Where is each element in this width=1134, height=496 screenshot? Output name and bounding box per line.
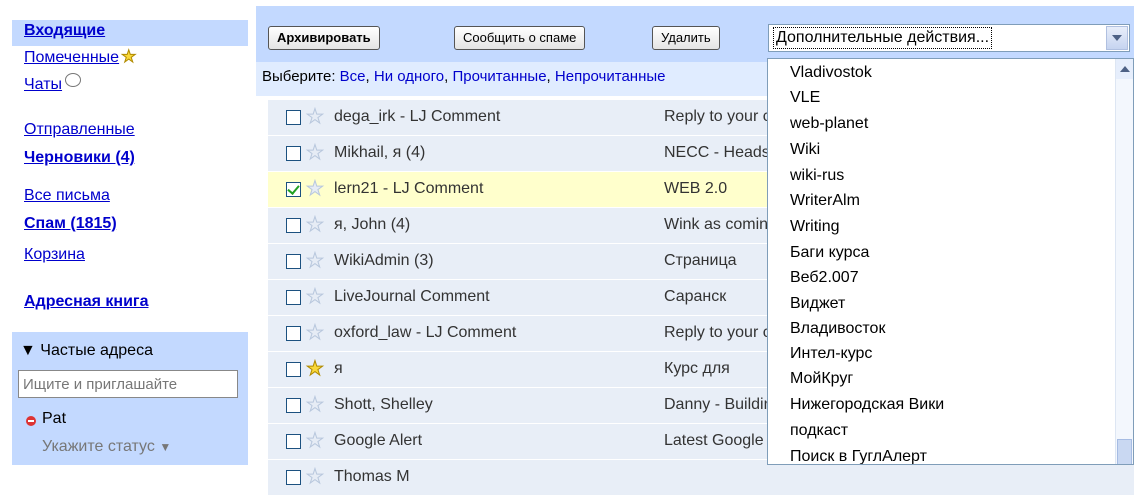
- chevron-down-icon: ▼: [159, 440, 172, 454]
- row-checkbox[interactable]: [286, 434, 301, 449]
- star-icon[interactable]: ★: [306, 143, 325, 164]
- more-actions-dropdown-list[interactable]: Vladivostok VLE web-planet Wiki wiki-rus Writ…: [767, 58, 1134, 465]
- message-subject: Wink as coming: [664, 216, 777, 233]
- contact-name[interactable]: Pat: [42, 410, 66, 428]
- message-sender: я, John (4): [334, 216, 411, 233]
- dropdown-option[interactable]: Поиск в ГуглАлерт: [790, 448, 927, 464]
- nav-drafts[interactable]: Черновики (4): [24, 149, 135, 167]
- star-icon[interactable]: ★: [306, 251, 325, 272]
- dropdown-option[interactable]: VLE: [790, 89, 820, 107]
- nav-starred-row: Помеченные ★: [24, 47, 137, 67]
- nav-sent[interactable]: Отправленные: [24, 121, 135, 139]
- message-sender: Thomas M: [334, 468, 410, 485]
- dropdown-option[interactable]: Интел-курс: [790, 345, 872, 363]
- message-sender: Shott, Shelley: [334, 396, 433, 413]
- sidebar: Входящие Помеченные ★ Чаты Отправленные Ч…: [0, 0, 248, 465]
- frequent-contacts-panel: ▼ Частые адреса Pat Укажите статус ▼: [12, 332, 248, 465]
- star-icon[interactable]: ★: [306, 467, 325, 488]
- star-icon[interactable]: ★: [306, 431, 325, 452]
- star-icon[interactable]: ★: [306, 323, 325, 344]
- report-spam-button[interactable]: Сообщить о спаме: [454, 26, 586, 50]
- select-all-link[interactable]: Все: [340, 68, 366, 85]
- star-icon[interactable]: ★: [306, 215, 325, 236]
- nav-spam[interactable]: Спам (1815): [24, 215, 117, 233]
- dropdown-option[interactable]: WriterAlm: [790, 192, 860, 210]
- row-checkbox[interactable]: [286, 146, 301, 161]
- message-sender: LiveJournal Comment: [334, 288, 490, 305]
- triangle-down-icon: ▼: [20, 342, 36, 359]
- status-selector[interactable]: Укажите статус ▼: [42, 438, 171, 456]
- message-subject: Страница: [664, 252, 737, 269]
- dropdown-option[interactable]: Владивосток: [790, 320, 885, 338]
- nav-trash[interactable]: Корзина: [24, 246, 85, 264]
- message-subject: Саранск: [664, 288, 727, 305]
- more-actions-value: Дополнительные действия...: [773, 27, 993, 49]
- select-none-link[interactable]: Ни одного: [374, 68, 444, 85]
- dropdown-option[interactable]: web-planet: [790, 115, 868, 133]
- dropdown-option[interactable]: Vladivostok: [790, 64, 872, 82]
- dropdown-option[interactable]: wiki-rus: [790, 167, 844, 185]
- row-checkbox[interactable]: [286, 110, 301, 125]
- row-checkbox[interactable]: [286, 326, 301, 341]
- row-checkbox[interactable]: [286, 182, 301, 197]
- message-subject: WEB 2.0: [664, 180, 728, 197]
- message-sender: oxford_law - LJ Comment: [334, 324, 517, 341]
- select-unread-link[interactable]: Непрочитанные: [555, 68, 666, 85]
- message-subject: Danny - Building: [664, 396, 782, 413]
- message-sender: я: [334, 360, 343, 377]
- select-chooser: Выберите: Все, Ни одного, Прочитанные, Н…: [262, 68, 666, 85]
- nav-inbox[interactable]: Входящие: [24, 22, 105, 40]
- dropdown-option[interactable]: Баги курса: [790, 244, 869, 262]
- row-checkbox[interactable]: [286, 362, 301, 377]
- chevron-down-icon[interactable]: [1106, 26, 1128, 50]
- nav-chats[interactable]: Чаты: [24, 76, 62, 93]
- row-checkbox[interactable]: [286, 290, 301, 305]
- star-icon[interactable]: ★: [306, 395, 325, 416]
- star-icon[interactable]: ★: [306, 179, 325, 200]
- delete-button[interactable]: Удалить: [652, 26, 720, 50]
- contact-search-input[interactable]: [18, 370, 238, 398]
- scrollbar-thumb[interactable]: [1117, 439, 1132, 464]
- dropdown-option[interactable]: Виджет: [790, 295, 845, 313]
- archive-button[interactable]: Архивировать: [268, 26, 380, 50]
- scroll-up-arrow-icon[interactable]: [1116, 59, 1133, 79]
- dropdown-option[interactable]: Веб2.007: [790, 269, 859, 287]
- nav-chats-row: Чаты: [24, 73, 82, 94]
- row-checkbox[interactable]: [286, 218, 301, 233]
- chat-bubble-icon: [65, 73, 82, 87]
- row-checkbox[interactable]: [286, 254, 301, 269]
- star-icon[interactable]: ★: [306, 107, 325, 128]
- row-checkbox[interactable]: [286, 398, 301, 413]
- message-sender: lern21 - LJ Comment: [334, 180, 484, 197]
- more-actions-select[interactable]: Дополнительные действия...: [768, 24, 1130, 52]
- message-subject: Latest Google: [664, 432, 764, 449]
- status-label: Укажите статус: [42, 438, 155, 455]
- frequent-contacts-label: Частые адреса: [40, 342, 153, 359]
- table-row[interactable]: ★ Thomas M: [268, 460, 1134, 496]
- dropdown-scrollbar[interactable]: [1115, 59, 1133, 464]
- dropdown-option[interactable]: подкаст: [790, 422, 848, 440]
- select-read-link[interactable]: Прочитанные: [452, 68, 546, 85]
- busy-status-icon: [26, 416, 36, 426]
- message-sender: WikiAdmin (3): [334, 252, 434, 269]
- nav-starred[interactable]: Помеченные: [24, 49, 119, 66]
- chooser-label: Выберите:: [262, 68, 336, 85]
- message-sender: Google Alert: [334, 432, 423, 449]
- star-icon[interactable]: ★: [306, 287, 325, 308]
- star-icon: ★: [121, 47, 137, 67]
- message-sender: Mikhail, я (4): [334, 144, 426, 161]
- message-sender: dega_irk - LJ Comment: [334, 108, 501, 125]
- message-subject: Курс для: [664, 360, 730, 377]
- row-checkbox[interactable]: [286, 470, 301, 485]
- frequent-contacts-title[interactable]: ▼ Частые адреса: [20, 342, 153, 360]
- dropdown-option[interactable]: Нижегородская Вики: [790, 396, 944, 414]
- star-icon[interactable]: ★: [306, 359, 325, 380]
- dropdown-option[interactable]: Writing: [790, 218, 840, 236]
- nav-all-mail[interactable]: Все письма: [24, 187, 110, 205]
- dropdown-option[interactable]: Wiki: [790, 141, 820, 159]
- nav-contacts[interactable]: Адресная книга: [24, 293, 148, 311]
- dropdown-option[interactable]: МойКруг: [790, 370, 853, 388]
